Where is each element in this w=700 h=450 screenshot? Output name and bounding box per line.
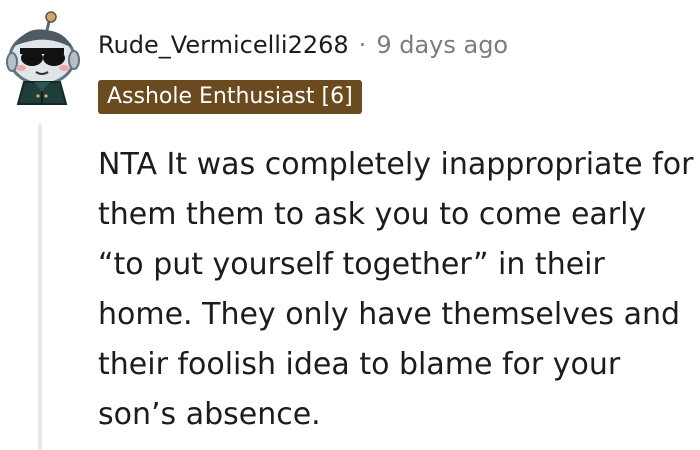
thread-line[interactable] — [38, 124, 42, 450]
meta-separator: · — [358, 31, 367, 59]
snoo-avatar-icon — [6, 11, 80, 105]
username-link[interactable]: Rude_Vermicelli2268 — [98, 30, 349, 60]
timestamp-link[interactable]: 9 days ago — [376, 30, 508, 60]
comment-body: NTA It was completely inappropriate for … — [98, 140, 696, 440]
user-flair-badge: Asshole Enthusiast [6] — [98, 80, 362, 114]
comment-meta: Rude_Vermicelli2268 · 9 days ago — [98, 30, 508, 60]
comment-body-text: NTA It was completely inappropriate for … — [98, 147, 694, 432]
avatar[interactable] — [6, 10, 82, 106]
